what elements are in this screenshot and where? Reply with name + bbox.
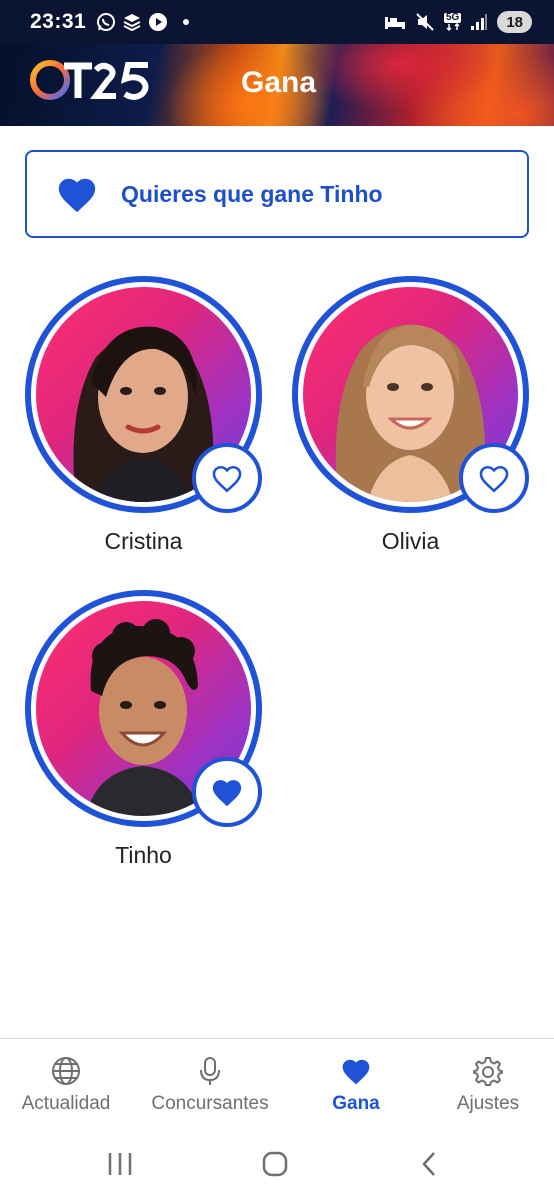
home-button[interactable] — [261, 1150, 289, 1178]
5g-icon: 5G — [443, 12, 462, 31]
heart-filled-icon — [210, 776, 244, 808]
selected-contestant-banner: Quieres que gane Tinho — [25, 150, 529, 238]
nav-item-concursantes[interactable]: Concursantes — [142, 1039, 278, 1131]
system-status-icons: 5G 18 — [384, 11, 532, 33]
gear-icon — [472, 1055, 504, 1087]
whatsapp-icon — [96, 12, 116, 32]
contestant-card-tinho[interactable]: Tinho — [25, 590, 265, 880]
back-icon — [418, 1150, 442, 1178]
microphone-icon — [194, 1055, 226, 1087]
nav-item-actualidad[interactable]: Actualidad — [8, 1039, 124, 1131]
nav-item-gana[interactable]: Gana — [306, 1039, 406, 1131]
nav-label: Actualidad — [21, 1093, 111, 1114]
back-button[interactable] — [418, 1150, 442, 1178]
vote-heart-button[interactable] — [459, 443, 529, 513]
recent-apps-icon — [106, 1150, 134, 1178]
heart-filled-icon — [340, 1055, 372, 1087]
status-bar: 23:31 5G 18 — [0, 0, 554, 44]
bottom-navigation: Actualidad Concursantes Gana Ajustes — [0, 1038, 554, 1130]
recent-apps-button[interactable] — [106, 1150, 134, 1178]
home-icon — [261, 1150, 289, 1178]
notification-icons — [96, 12, 190, 32]
play-icon — [148, 12, 168, 32]
dot-icon — [182, 18, 190, 26]
battery-level: 18 — [497, 11, 532, 33]
stack-icon — [122, 12, 142, 32]
contestant-card-olivia[interactable]: Olivia — [292, 276, 532, 566]
nav-item-ajustes[interactable]: Ajustes — [438, 1039, 538, 1131]
heart-outline-icon — [477, 462, 511, 494]
heart-filled-icon — [55, 174, 99, 214]
nav-label: Ajustes — [456, 1093, 520, 1114]
mute-icon — [415, 12, 435, 32]
vote-heart-button[interactable] — [192, 757, 262, 827]
network-type: 5G — [443, 12, 462, 23]
selected-text: Quieres que gane Tinho — [121, 180, 383, 207]
globe-icon — [50, 1055, 82, 1087]
contestant-name: Tinho — [115, 842, 172, 868]
page-title: Gana — [241, 66, 317, 99]
nav-label: Gana — [332, 1093, 380, 1114]
nav-label: Concursantes — [151, 1093, 269, 1114]
bed-icon — [384, 13, 406, 31]
heart-outline-icon — [210, 462, 244, 494]
status-time: 23:31 — [30, 10, 87, 33]
ot25-logo — [28, 58, 156, 107]
app-header: Gana — [0, 44, 554, 126]
system-navigation-bar — [0, 1130, 554, 1200]
signal-icon — [470, 13, 488, 31]
contestant-name: Cristina — [104, 528, 183, 554]
vote-heart-button[interactable] — [192, 443, 262, 513]
contestant-name: Olivia — [381, 528, 440, 554]
contestant-card-cristina[interactable]: Cristina — [25, 276, 265, 566]
